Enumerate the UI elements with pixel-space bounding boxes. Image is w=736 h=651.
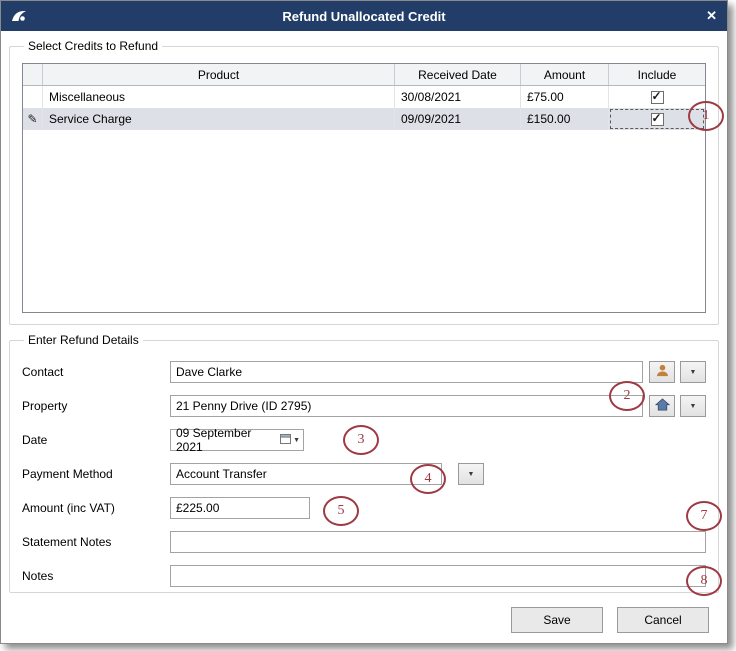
include-checkbox[interactable] [651,91,664,104]
statement-notes-row: Statement Notes [22,531,706,553]
row-selector-cell[interactable] [23,86,43,108]
notes-input[interactable] [170,565,706,587]
payment-method-label: Payment Method [22,467,170,481]
house-icon [655,397,670,415]
details-section-title: Enter Refund Details [24,333,143,347]
screenshot-stage: Refund Unallocated Credit ✕ Select Credi… [0,0,736,651]
notes-row: Notes [22,565,706,587]
property-row: Property 21 Penny Drive (ID 2795) ▼ [22,395,706,417]
credits-grid: Product Received Date Amount Include Mis… [22,63,706,313]
payment-method-row: Payment Method Account Transfer ▼ [22,463,706,485]
grid-header-include[interactable]: Include [609,64,705,85]
cancel-button[interactable]: Cancel [617,607,709,633]
received-date-cell[interactable]: 09/09/2021 [395,108,521,130]
amount-cell[interactable]: £75.00 [521,86,609,108]
payment-method-field[interactable]: Account Transfer [170,463,442,485]
close-icon[interactable]: ✕ [695,8,717,24]
grid-header-amount[interactable]: Amount [521,64,609,85]
table-row[interactable]: Miscellaneous 30/08/2021 £75.00 [23,86,705,108]
grid-header-row: Product Received Date Amount Include [23,64,705,86]
grid-empty-area [23,130,705,312]
grid-header-selector [23,64,43,85]
contact-field[interactable]: Dave Clarke [170,361,643,383]
include-checkbox[interactable] [651,113,664,126]
refund-details-groupbox: Enter Refund Details Contact Dave Clarke… [9,333,719,593]
include-cell[interactable] [609,108,705,130]
dialog-title: Refund Unallocated Credit [1,9,727,24]
person-icon [655,363,670,381]
statement-notes-label: Statement Notes [22,535,170,549]
credits-section-title: Select Credits to Refund [24,39,162,53]
amount-row: Amount (inc VAT) £225.00 [22,497,706,519]
date-picker[interactable]: 09 September 2021 ▼ [170,429,304,451]
amount-field[interactable]: £225.00 [170,497,310,519]
received-date-cell[interactable]: 30/08/2021 [395,86,521,108]
property-lookup-button[interactable] [649,395,675,417]
property-label: Property [22,399,170,413]
grid-header-received-date[interactable]: Received Date [395,64,521,85]
date-label: Date [22,433,170,447]
titlebar[interactable]: Refund Unallocated Credit ✕ [1,1,727,31]
product-cell[interactable]: Miscellaneous [43,86,395,108]
chevron-down-icon: ▼ [293,437,300,444]
edit-pencil-icon: ✎ [27,113,37,125]
property-field[interactable]: 21 Penny Drive (ID 2795) [170,395,643,417]
chevron-down-icon: ▼ [690,369,697,376]
statement-notes-input[interactable] [170,531,706,553]
contact-dropdown-button[interactable]: ▼ [680,361,706,383]
table-row[interactable]: ✎ Service Charge 09/09/2021 £150.00 [23,108,705,130]
grid-header-product[interactable]: Product [43,64,395,85]
date-value: 09 September 2021 [176,426,280,454]
contact-label: Contact [22,365,170,379]
property-dropdown-button[interactable]: ▼ [680,395,706,417]
date-row: Date 09 September 2021 ▼ [22,429,706,451]
include-cell[interactable] [609,86,705,108]
app-icon [11,8,29,24]
chevron-down-icon: ▼ [468,471,475,478]
notes-label: Notes [22,569,170,583]
date-dropdown-button[interactable]: ▼ [280,433,300,447]
contact-row: Contact Dave Clarke ▼ [22,361,706,383]
row-selector-cell[interactable]: ✎ [23,108,43,130]
contact-lookup-button[interactable] [649,361,675,383]
amount-cell[interactable]: £150.00 [521,108,609,130]
chevron-down-icon: ▼ [690,403,697,410]
credits-groupbox: Select Credits to Refund Product Receive… [9,39,719,325]
refund-unallocated-credit-dialog: Refund Unallocated Credit ✕ Select Credi… [0,0,728,644]
amount-label: Amount (inc VAT) [22,501,170,515]
calendar-icon [280,433,291,447]
payment-method-dropdown-button[interactable]: ▼ [458,463,484,485]
save-button[interactable]: Save [511,607,603,633]
product-cell[interactable]: Service Charge [43,108,395,130]
footer: Save Cancel [1,607,709,633]
